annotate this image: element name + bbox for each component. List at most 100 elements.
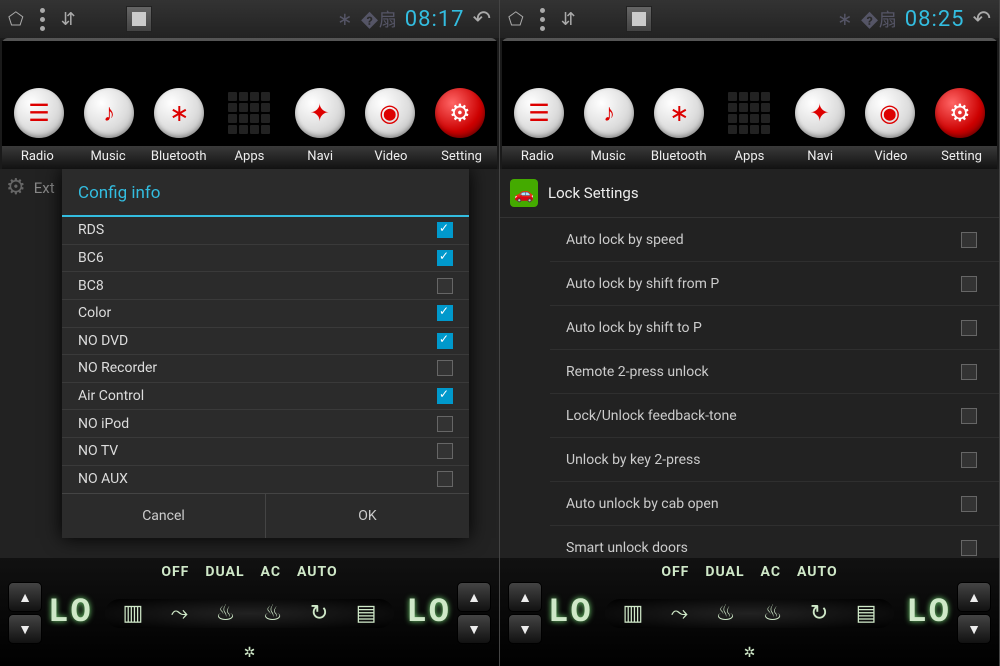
app-music[interactable]: ♪ bbox=[584, 88, 634, 138]
checkbox[interactable] bbox=[961, 408, 977, 424]
checkbox[interactable] bbox=[437, 388, 453, 404]
lock-row[interactable]: Auto lock by shift to P bbox=[550, 306, 999, 350]
mode-off[interactable]: OFF bbox=[661, 564, 689, 580]
menu-dots-icon[interactable] bbox=[540, 8, 545, 31]
config-row[interactable]: NO iPod bbox=[62, 410, 469, 438]
airflow-body-icon[interactable]: ⤳ bbox=[171, 601, 189, 626]
defrost-rear-icon[interactable]: ▤ bbox=[356, 601, 377, 626]
seat-heat-right-icon[interactable]: ♨ bbox=[263, 601, 283, 626]
recirc-icon[interactable]: ↻ bbox=[310, 601, 328, 626]
app-bluetooth[interactable]: ∗ bbox=[154, 88, 204, 138]
mode-dual[interactable]: DUAL bbox=[205, 564, 244, 580]
seat-heat-left-icon[interactable]: ♨ bbox=[716, 601, 736, 626]
app-radio[interactable]: ☰ bbox=[514, 88, 564, 138]
mode-auto[interactable]: AUTO bbox=[297, 564, 338, 580]
checkbox[interactable] bbox=[961, 452, 977, 468]
config-row[interactable]: RDS bbox=[62, 217, 469, 245]
checkbox[interactable] bbox=[437, 360, 453, 376]
checkbox[interactable] bbox=[437, 222, 453, 238]
recent-apps-button[interactable] bbox=[626, 6, 652, 32]
temp-left-up[interactable]: ▲ bbox=[508, 582, 542, 612]
checkbox[interactable] bbox=[961, 540, 977, 556]
fan-icon[interactable]: ✲ bbox=[508, 644, 991, 661]
config-dialog: Config info RDSBC6BC8ColorNO DVDNO Recor… bbox=[62, 169, 469, 538]
app-video[interactable]: ◉ bbox=[865, 88, 915, 138]
checkbox[interactable] bbox=[437, 333, 453, 349]
app-radio[interactable]: ☰ bbox=[14, 88, 64, 138]
app-apps[interactable] bbox=[724, 88, 774, 138]
app-bluetooth[interactable]: ∗ bbox=[654, 88, 704, 138]
temp-left-up[interactable]: ▲ bbox=[8, 582, 42, 612]
seat-heat-right-icon[interactable]: ♨ bbox=[763, 601, 783, 626]
checkbox[interactable] bbox=[961, 364, 977, 380]
mode-ac[interactable]: AC bbox=[761, 564, 781, 580]
lock-settings-header: 🚗 Lock Settings bbox=[500, 169, 999, 218]
lock-row[interactable]: Auto unlock by cab open bbox=[550, 482, 999, 526]
temp-left: LO bbox=[48, 594, 93, 632]
lock-row[interactable]: Remote 2-press unlock bbox=[550, 350, 999, 394]
lock-row[interactable]: Unlock by key 2-press bbox=[550, 438, 999, 482]
ok-button[interactable]: OK bbox=[266, 494, 469, 538]
checkbox[interactable] bbox=[961, 496, 977, 512]
app-navi[interactable]: ✦ bbox=[295, 88, 345, 138]
lock-row[interactable]: Auto lock by speed bbox=[550, 218, 999, 262]
bluetooth-icon: ∗ bbox=[337, 9, 352, 30]
checkbox[interactable] bbox=[437, 443, 453, 459]
defrost-front-icon[interactable]: ▥ bbox=[123, 601, 144, 626]
home-icon[interactable]: ⬠ bbox=[8, 9, 24, 30]
mode-ac[interactable]: AC bbox=[261, 564, 281, 580]
lock-row[interactable]: Auto lock by shift from P bbox=[550, 262, 999, 306]
cancel-button[interactable]: Cancel bbox=[62, 494, 266, 538]
temp-right-up[interactable]: ▲ bbox=[957, 582, 991, 612]
airflow-body-icon[interactable]: ⤳ bbox=[671, 601, 689, 626]
defrost-rear-icon[interactable]: ▤ bbox=[856, 601, 877, 626]
app-music[interactable]: ♪ bbox=[84, 88, 134, 138]
menu-dots-icon[interactable] bbox=[40, 8, 45, 31]
back-icon[interactable]: ↶ bbox=[973, 7, 991, 32]
app-video[interactable]: ◉ bbox=[365, 88, 415, 138]
checkbox[interactable] bbox=[437, 416, 453, 432]
temp-right-down[interactable]: ▼ bbox=[457, 614, 491, 644]
config-row[interactable]: BC6 bbox=[62, 245, 469, 273]
config-row[interactable]: Air Control bbox=[62, 383, 469, 411]
config-row[interactable]: NO DVD bbox=[62, 328, 469, 356]
home-icon[interactable]: ⬠ bbox=[508, 9, 524, 30]
temp-left-down[interactable]: ▼ bbox=[8, 614, 42, 644]
lock-row[interactable]: Lock/Unlock feedback-tone bbox=[550, 394, 999, 438]
app-setting[interactable]: ⚙ bbox=[435, 88, 485, 138]
back-icon[interactable]: ↶ bbox=[473, 7, 491, 32]
temp-left-down[interactable]: ▼ bbox=[508, 614, 542, 644]
app-label: Radio bbox=[2, 149, 72, 164]
wifi-icon: �扇 bbox=[860, 6, 896, 32]
seat-heat-left-icon[interactable]: ♨ bbox=[216, 601, 236, 626]
checkbox[interactable] bbox=[961, 276, 977, 292]
recirc-icon[interactable]: ↻ bbox=[810, 601, 828, 626]
mode-dual[interactable]: DUAL bbox=[705, 564, 744, 580]
checkbox[interactable] bbox=[437, 250, 453, 266]
config-row[interactable]: Color bbox=[62, 300, 469, 328]
checkbox[interactable] bbox=[437, 471, 453, 487]
gear-icon: ⚙ bbox=[6, 175, 26, 200]
checkbox[interactable] bbox=[437, 278, 453, 294]
config-row[interactable]: NO Recorder bbox=[62, 355, 469, 383]
checkbox[interactable] bbox=[961, 232, 977, 248]
fan-icon[interactable]: ✲ bbox=[8, 644, 491, 661]
temp-right-down[interactable]: ▼ bbox=[957, 614, 991, 644]
temp-right-up[interactable]: ▲ bbox=[457, 582, 491, 612]
app-navi[interactable]: ✦ bbox=[795, 88, 845, 138]
climate-icons: ▥ ⤳ ♨ ♨ ↻ ▤ bbox=[605, 599, 894, 628]
checkbox[interactable] bbox=[437, 305, 453, 321]
lock-label: Auto lock by shift from P bbox=[566, 276, 719, 292]
recent-apps-button[interactable] bbox=[126, 6, 152, 32]
config-row[interactable]: NO TV bbox=[62, 438, 469, 466]
checkbox[interactable] bbox=[961, 320, 977, 336]
config-row[interactable]: BC8 bbox=[62, 272, 469, 300]
app-label: Bluetooth bbox=[144, 149, 214, 164]
mode-auto[interactable]: AUTO bbox=[797, 564, 838, 580]
app-setting[interactable]: ⚙ bbox=[935, 88, 985, 138]
defrost-front-icon[interactable]: ▥ bbox=[623, 601, 644, 626]
mode-off[interactable]: OFF bbox=[161, 564, 189, 580]
app-apps[interactable] bbox=[224, 88, 274, 138]
config-row[interactable]: NO AUX bbox=[62, 466, 469, 493]
lock-row[interactable]: Smart unlock doors bbox=[550, 526, 999, 558]
